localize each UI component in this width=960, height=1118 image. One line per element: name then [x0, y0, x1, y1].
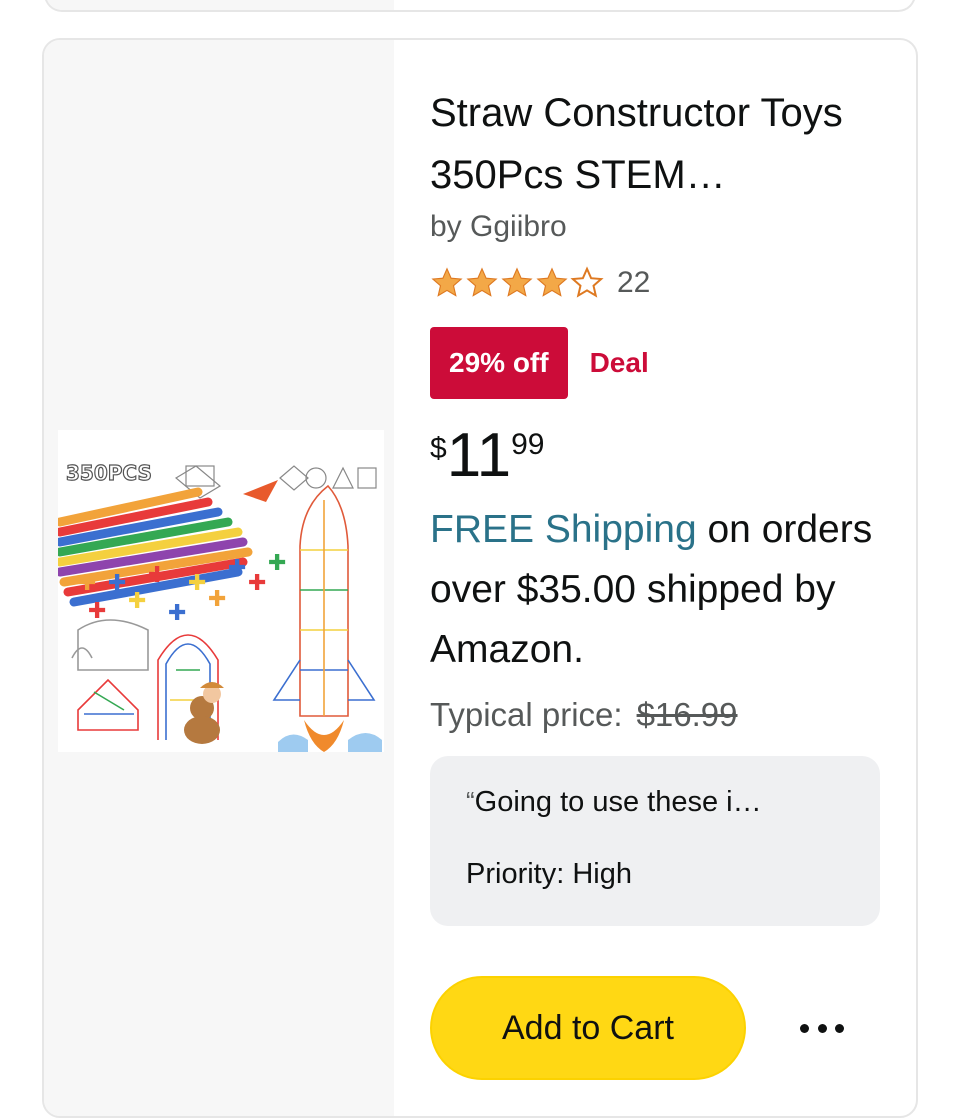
price-whole: 11 [446, 421, 512, 490]
discount-badge: 29% off [430, 327, 568, 399]
product-title[interactable]: Straw Constructor Toys 350Pcs STEM… [430, 82, 880, 206]
product-rating[interactable]: 22 [430, 266, 650, 300]
svg-text:✚: ✚ [228, 556, 246, 581]
typical-price: Typical price: $16.99 [430, 696, 738, 734]
more-dots-icon[interactable] [800, 1014, 844, 1042]
add-to-cart-button[interactable]: Add to Cart [430, 976, 746, 1080]
review-count[interactable]: 22 [617, 266, 650, 300]
star-rating [430, 266, 605, 300]
product-card: 350PCS ✚ ✚ ✚ ✚ ✚ ✚ ✚ ✚ ✚ ✚ ✚ Straw Const… [42, 38, 918, 1118]
svg-text:✚: ✚ [78, 571, 96, 596]
price-fraction: 99 [511, 428, 545, 461]
svg-text:✚: ✚ [148, 563, 166, 588]
note-comment-text: Going to use these i… [474, 786, 762, 818]
star-empty-icon [570, 266, 604, 298]
svg-text:✚: ✚ [168, 601, 186, 626]
note-priority: Priority: High [466, 858, 632, 890]
note-comment: “Going to use these i… [466, 786, 762, 819]
list-note[interactable]: “Going to use these i… Priority: High [430, 756, 880, 926]
product-brand[interactable]: by Ggiibro [430, 210, 567, 244]
svg-text:✚: ✚ [108, 571, 126, 596]
svg-text:✚: ✚ [248, 571, 266, 596]
previous-product-card[interactable] [44, 0, 916, 12]
svg-text:✚: ✚ [188, 571, 206, 596]
star-full-icon [466, 267, 498, 297]
dot [800, 1023, 809, 1033]
dot [817, 1023, 827, 1033]
deal-label: Deal [589, 347, 649, 378]
product-image-panel[interactable]: 350PCS ✚ ✚ ✚ ✚ ✚ ✚ ✚ ✚ ✚ ✚ ✚ [44, 40, 394, 1116]
free-shipping-link[interactable]: FREE Shipping [430, 508, 697, 551]
price: $ 11 99 [430, 420, 544, 492]
quote-mark-icon: “ [466, 786, 475, 816]
shipping-info: FREE Shipping on orders over $35.00 ship… [430, 500, 880, 680]
typical-price-label: Typical price: [430, 696, 623, 733]
dot [835, 1023, 844, 1033]
deal-row: 29% off Deal [430, 327, 649, 399]
product-image-label: 350PCS [66, 461, 152, 485]
product-image[interactable]: 350PCS ✚ ✚ ✚ ✚ ✚ ✚ ✚ ✚ ✚ ✚ ✚ [58, 430, 384, 752]
previous-product-image-panel [46, 0, 394, 10]
star-full-icon [431, 267, 463, 297]
svg-text:✚: ✚ [208, 587, 226, 612]
svg-text:✚: ✚ [268, 551, 286, 576]
typical-price-value: $16.99 [636, 696, 738, 733]
svg-text:✚: ✚ [128, 589, 146, 614]
star-full-icon [536, 267, 568, 297]
star-full-icon [501, 267, 533, 297]
price-symbol: $ [430, 432, 447, 465]
